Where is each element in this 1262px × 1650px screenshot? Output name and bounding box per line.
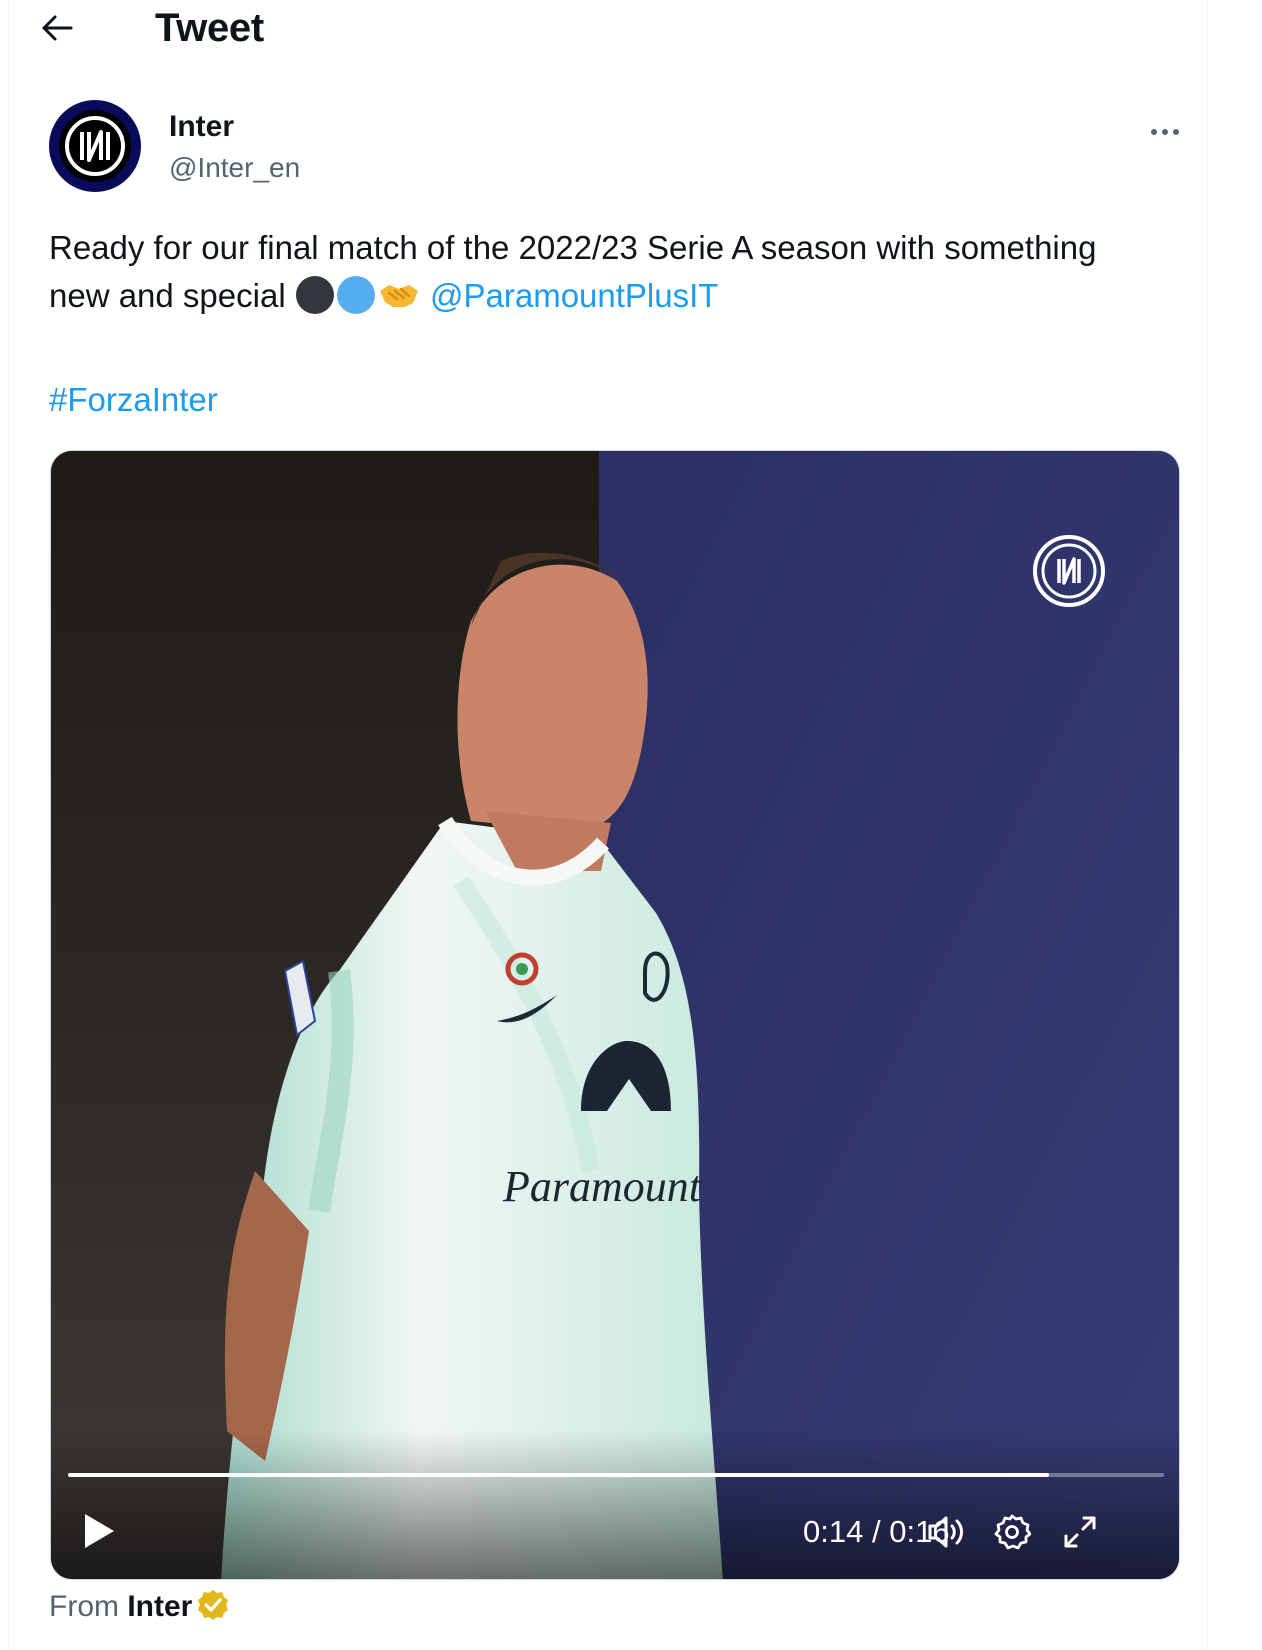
back-button[interactable] (37, 8, 77, 48)
top-bar: Tweet (9, 0, 1209, 56)
tweet-text-line-2: new and special @ParamountPlusIT (49, 272, 1179, 320)
tweet-text-line-2-prefix: new and special (49, 277, 286, 314)
video-progress-bar[interactable] (68, 1473, 1164, 1477)
volume-button[interactable] (923, 1509, 969, 1555)
svg-text:Paramount: Paramount (502, 1162, 703, 1211)
play-icon (85, 1514, 114, 1548)
fullscreen-icon (1064, 1516, 1096, 1548)
verified-gold-badge-icon (198, 1590, 229, 1621)
inter-logo-icon (51, 102, 139, 190)
settings-icon (994, 1514, 1031, 1550)
author-handle[interactable]: @Inter_en (169, 152, 300, 184)
tweet-panel: Tweet Inter @Inter_en Ready for our fina… (8, 0, 1208, 1650)
page-title: Tweet (155, 6, 264, 50)
video-frame-image: Paramount (51, 451, 1179, 1579)
tweet-text: Ready for our final match of the 2022/23… (49, 224, 1179, 320)
more-options-button[interactable] (1141, 112, 1189, 152)
tweet-text-line-1: Ready for our final match of the 2022/23… (49, 229, 1097, 266)
blue-circle-emoji (336, 276, 375, 315)
black-circle-emoji (295, 276, 334, 315)
settings-button[interactable] (989, 1509, 1035, 1555)
more-dots-icon (1151, 129, 1179, 135)
arrow-left-icon (42, 15, 73, 41)
video-time-separator: / (871, 1514, 881, 1549)
mention-link[interactable]: @ParamountPlusIT (430, 277, 718, 314)
video-progress-fill (68, 1473, 1049, 1477)
source-account-name[interactable]: Inter (127, 1590, 192, 1623)
fullscreen-button[interactable] (1057, 1509, 1103, 1555)
handshake-emoji (379, 285, 418, 308)
from-label: From (49, 1590, 119, 1623)
avatar[interactable] (49, 100, 141, 192)
author-name[interactable]: Inter (169, 110, 234, 144)
play-button[interactable] (77, 1509, 121, 1553)
volume-icon (928, 1516, 963, 1548)
hashtag-line: #ForzaInter (49, 380, 218, 420)
inter-watermark-icon (1033, 535, 1105, 607)
hashtag-link[interactable]: #ForzaInter (49, 381, 218, 418)
video-source-attribution: From Inter (49, 1590, 230, 1624)
video-current-time: 0:14 (803, 1514, 864, 1549)
video-player[interactable]: Paramount 0:14 / 0:16 (50, 450, 1180, 1580)
video-controls-overlay (51, 1429, 1179, 1579)
